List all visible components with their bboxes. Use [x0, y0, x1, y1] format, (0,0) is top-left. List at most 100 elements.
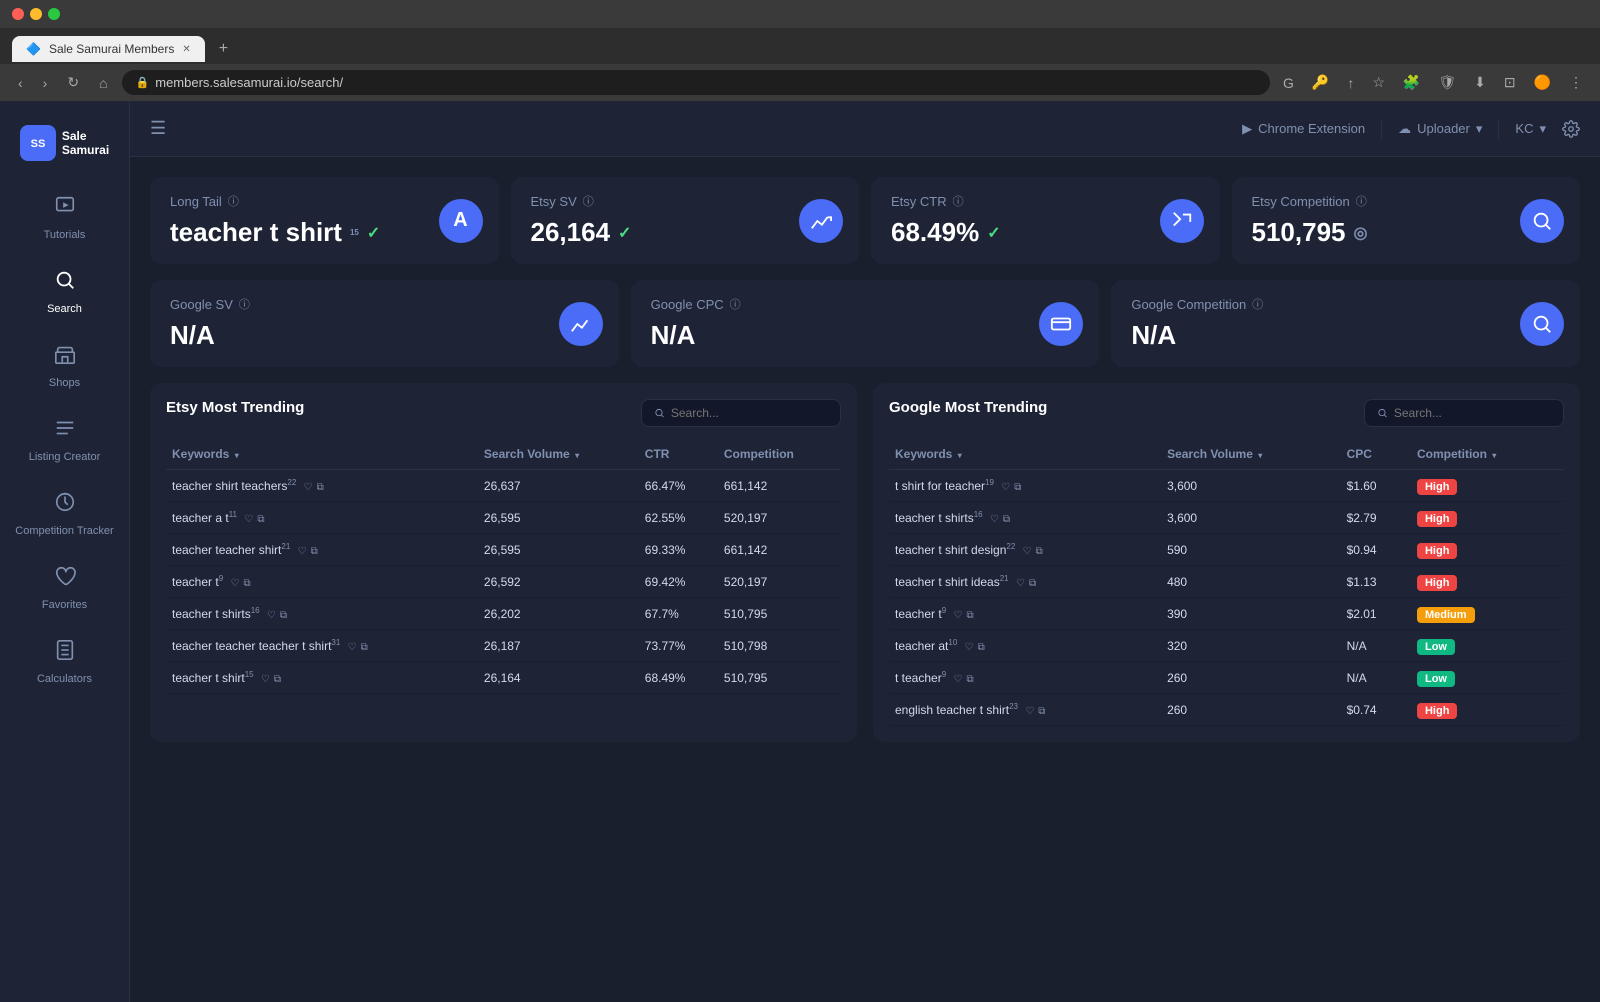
google-sv-sort-icon[interactable]: ▾: [1258, 451, 1262, 460]
google-competition-sort-icon[interactable]: ▾: [1492, 451, 1496, 460]
sv-cell: 26,592: [478, 566, 639, 598]
copy-icon[interactable]: ⧉: [1036, 546, 1043, 557]
google-keywords-sort-icon[interactable]: ▾: [958, 451, 962, 460]
dot-close[interactable]: [12, 8, 24, 20]
keyword-actions[interactable]: ♡ ⧉: [990, 514, 1010, 525]
table-row: teacher t shirt15 ♡ ⧉ 26,164 68.49% 510,…: [166, 662, 841, 694]
chrome-extension-btn[interactable]: ▶ Chrome Extension: [1242, 121, 1365, 137]
long-tail-info-icon[interactable]: ⓘ: [228, 193, 239, 209]
etsy-competition-info-icon[interactable]: ⓘ: [1356, 193, 1367, 209]
keyword-actions[interactable]: ♡ ⧉: [348, 642, 368, 653]
address-bar[interactable]: 🔒 members.salesamurai.io/search/: [122, 70, 1270, 95]
profile-btn[interactable]: 🟠: [1529, 72, 1556, 93]
copy-icon[interactable]: ⧉: [280, 610, 287, 621]
key-btn[interactable]: 🔑: [1307, 72, 1334, 93]
copy-icon[interactable]: ⧉: [274, 674, 281, 685]
cpc-cell: $1.60: [1341, 470, 1411, 502]
home-btn[interactable]: ⌂: [93, 73, 113, 93]
sidebar-item-shops[interactable]: Shops: [0, 329, 129, 403]
bookmark-btn[interactable]: ☆: [1367, 72, 1390, 93]
sidebar-item-search[interactable]: Search: [0, 255, 129, 329]
new-tab-btn[interactable]: +: [209, 34, 238, 64]
google-btn[interactable]: G: [1278, 73, 1299, 93]
heart-icon[interactable]: ♡: [267, 610, 276, 621]
forward-btn[interactable]: ›: [37, 73, 54, 93]
layout-btn[interactable]: ⊡: [1499, 72, 1521, 93]
google-search-input[interactable]: [1394, 406, 1551, 420]
heart-icon[interactable]: ♡: [298, 546, 307, 557]
download-btn[interactable]: ⬇: [1469, 72, 1491, 93]
heart-icon[interactable]: ♡: [1023, 546, 1032, 557]
keyword-actions[interactable]: ♡ ⧉: [267, 610, 287, 621]
keyword-actions[interactable]: ♡ ⧉: [1023, 546, 1043, 557]
stat-card-google-cpc-value: N/A: [651, 320, 1080, 351]
copy-icon[interactable]: ⧉: [311, 546, 318, 557]
menu-btn[interactable]: ⋮: [1564, 72, 1588, 93]
sidebar-item-calculators[interactable]: Calculators: [0, 625, 129, 699]
back-btn[interactable]: ‹: [12, 73, 29, 93]
user-btn[interactable]: KC ▾: [1515, 121, 1546, 137]
keyword-actions[interactable]: ♡ ⧉: [1025, 706, 1045, 717]
settings-btn[interactable]: [1562, 120, 1580, 138]
copy-icon[interactable]: ⧉: [1014, 482, 1021, 493]
competition-cell: Low: [1411, 662, 1564, 694]
keyword-actions[interactable]: ♡ ⧉: [954, 674, 974, 685]
etsy-sv-info-icon[interactable]: ⓘ: [583, 193, 594, 209]
copy-icon[interactable]: ⧉: [257, 514, 264, 525]
heart-icon[interactable]: ♡: [244, 514, 253, 525]
heart-icon[interactable]: ♡: [261, 674, 270, 685]
browser-tab-active[interactable]: 🔷 Sale Samurai Members ✕: [12, 36, 205, 62]
tab-close-btn[interactable]: ✕: [182, 44, 190, 55]
heart-icon[interactable]: ♡: [965, 642, 974, 653]
dot-minimize[interactable]: [30, 8, 42, 20]
keyword-actions[interactable]: ♡ ⧉: [1001, 482, 1021, 493]
sidebar-item-listing-creator[interactable]: Listing Creator: [0, 403, 129, 477]
sidebar-item-competition-tracker[interactable]: Competition Tracker: [0, 477, 129, 551]
keywords-sort-icon[interactable]: ▾: [235, 451, 239, 460]
keyword-actions[interactable]: ♡ ⧉: [304, 482, 324, 493]
heart-icon[interactable]: ♡: [348, 642, 357, 653]
copy-icon[interactable]: ⧉: [361, 642, 368, 653]
heart-icon[interactable]: ♡: [231, 578, 240, 589]
keyword-actions[interactable]: ♡ ⧉: [954, 610, 974, 621]
heart-icon[interactable]: ♡: [1016, 578, 1025, 589]
copy-icon[interactable]: ⧉: [243, 578, 250, 589]
sv-sort-icon[interactable]: ▾: [575, 451, 579, 460]
copy-icon[interactable]: ⧉: [317, 482, 324, 493]
google-competition-info-icon[interactable]: ⓘ: [1252, 296, 1263, 312]
heart-icon[interactable]: ♡: [1001, 482, 1010, 493]
copy-icon[interactable]: ⧉: [1029, 578, 1036, 589]
keyword-actions[interactable]: ♡ ⧉: [244, 514, 264, 525]
cpc-cell: $0.74: [1341, 694, 1411, 726]
share-btn[interactable]: ↑: [1342, 73, 1359, 93]
copy-icon[interactable]: ⧉: [978, 642, 985, 653]
uploader-btn[interactable]: ☁ Uploader ▾: [1398, 121, 1482, 137]
hamburger-menu[interactable]: ☰: [150, 118, 166, 139]
keyword-actions[interactable]: ♡ ⧉: [231, 578, 251, 589]
copy-icon[interactable]: ⧉: [1003, 514, 1010, 525]
google-sv-info-icon[interactable]: ⓘ: [239, 296, 250, 312]
dot-maximize[interactable]: [48, 8, 60, 20]
heart-icon[interactable]: ♡: [954, 674, 963, 685]
puzzle-btn[interactable]: 🧩: [1398, 72, 1425, 93]
heart-icon[interactable]: ♡: [1025, 706, 1034, 717]
heart-icon[interactable]: ♡: [954, 610, 963, 621]
copy-icon[interactable]: ⧉: [1038, 706, 1045, 717]
google-trending-search[interactable]: [1364, 399, 1564, 427]
sidebar-item-favorites[interactable]: Favorites: [0, 551, 129, 625]
sidebar-item-tutorials[interactable]: Tutorials: [0, 181, 129, 255]
etsy-trending-search[interactable]: [641, 399, 841, 427]
etsy-search-input[interactable]: [671, 406, 828, 420]
heart-icon[interactable]: ♡: [304, 482, 313, 493]
keyword-actions[interactable]: ♡ ⧉: [1016, 578, 1036, 589]
heart-icon[interactable]: ♡: [990, 514, 999, 525]
copy-icon[interactable]: ⧉: [966, 610, 973, 621]
etsy-ctr-info-icon[interactable]: ⓘ: [953, 193, 964, 209]
copy-icon[interactable]: ⧉: [966, 674, 973, 685]
keyword-actions[interactable]: ♡ ⧉: [298, 546, 318, 557]
keyword-actions[interactable]: ♡ ⧉: [261, 674, 281, 685]
refresh-btn[interactable]: ↻: [61, 72, 85, 93]
shield-btn[interactable]: 🛡: [1433, 72, 1461, 93]
google-cpc-info-icon[interactable]: ⓘ: [730, 296, 741, 312]
keyword-actions[interactable]: ♡ ⧉: [965, 642, 985, 653]
